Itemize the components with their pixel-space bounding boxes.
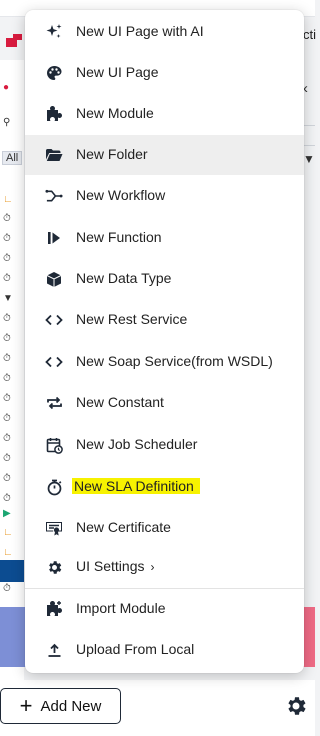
stopwatch-icon: ⏱	[3, 233, 11, 244]
dot-icon: ●	[3, 82, 10, 93]
menu-item-label: New Constant	[76, 394, 164, 410]
stopwatch-icon: ⏱	[3, 253, 11, 264]
menu-item-label: New Folder	[76, 146, 148, 162]
stopwatch-icon: ⏱	[3, 213, 11, 224]
stopwatch-icon: ⏱	[3, 453, 11, 464]
add-new-button[interactable]: + Add New	[0, 688, 121, 724]
menu-item-new-workflow[interactable]: New Workflow	[25, 176, 304, 216]
filter-all-tab[interactable]: All	[2, 151, 23, 165]
menu-item-label: New SLA Definition	[72, 478, 200, 494]
add-new-menu: New UI Page with AI New UI Page New Modu…	[25, 10, 304, 673]
cube-icon	[45, 271, 63, 287]
workflow-icon: ∟	[3, 547, 13, 558]
menu-item-new-folder[interactable]: New Folder	[25, 135, 304, 175]
stopwatch-icon: ⏱	[3, 433, 11, 444]
code-icon	[45, 312, 63, 328]
divider	[303, 145, 315, 146]
stopwatch-icon: ⏱	[3, 333, 11, 344]
stopwatch-icon: ⏱	[3, 413, 11, 424]
stopwatch-icon: ⏱	[3, 353, 11, 364]
menu-item-new-function[interactable]: New Function	[25, 218, 304, 258]
menu-item-label: New Rest Service	[76, 311, 188, 327]
menu-item-new-certificate[interactable]: New Certificate	[25, 508, 304, 548]
menu-item-new-data-type[interactable]: New Data Type	[25, 259, 304, 299]
menu-item-new-ui-page-with-ai[interactable]: New UI Page with AI	[25, 12, 304, 52]
stopwatch-icon: ⏱	[3, 313, 11, 324]
chevron-right-icon: ›	[150, 560, 155, 574]
stopwatch-icon: ⏱	[3, 393, 11, 404]
menu-item-label: New Function	[76, 229, 162, 245]
menu-item-label: New UI Page	[76, 64, 159, 80]
banner-fragment	[0, 607, 26, 667]
workflow-icon: ∟	[3, 527, 13, 538]
gear-icon	[45, 559, 63, 575]
menu-item-label: Import Module	[76, 600, 166, 616]
selected-tree-row[interactable]	[0, 560, 24, 582]
header-text-fragment: cti	[303, 27, 316, 42]
workflow-icon: ∟	[3, 194, 13, 205]
menu-item-new-soap-service[interactable]: New Soap Service(from WSDL)	[25, 342, 304, 382]
menu-item-label: New Certificate	[76, 519, 171, 535]
menu-item-new-job-scheduler[interactable]: New Job Scheduler	[25, 425, 304, 465]
sparkle-icon	[45, 24, 63, 40]
menu-item-label: New Soap Service(from WSDL)	[76, 353, 273, 369]
folder-icon: ▼	[3, 293, 13, 304]
gear-icon[interactable]	[284, 694, 308, 718]
menu-item-new-constant[interactable]: New Constant	[25, 383, 304, 423]
stopwatch-icon: ⏱	[3, 273, 11, 284]
menu-item-label: New Module	[76, 105, 154, 121]
palette-icon	[45, 65, 63, 81]
add-new-label: Add New	[40, 697, 102, 715]
menu-item-label: New Workflow	[76, 187, 166, 203]
divider	[303, 125, 315, 126]
menu-item-label: Upload From Local	[76, 641, 195, 657]
workflow-icon	[45, 188, 63, 204]
code-icon	[45, 354, 63, 370]
menu-item-label: New Data Type	[76, 270, 172, 286]
menu-item-ui-settings[interactable]: UI Settings ›	[25, 547, 304, 587]
certificate-icon	[45, 520, 63, 536]
repeat-icon	[45, 395, 63, 411]
puzzle-plus-icon	[45, 601, 63, 617]
upload-icon	[45, 642, 63, 658]
menu-item-new-module[interactable]: New Module	[25, 94, 304, 134]
menu-item-import-module[interactable]: Import Module	[25, 589, 304, 629]
stopwatch-icon: ⏱	[3, 583, 11, 594]
menu-item-new-rest-service[interactable]: New Rest Service	[25, 300, 304, 340]
function-icon: ▶	[3, 508, 11, 519]
menu-item-new-sla-definition[interactable]: New SLA Definition	[25, 467, 304, 507]
menu-item-label: UI Settings	[76, 558, 145, 574]
menu-item-label-wrap: UI Settings ›	[76, 558, 154, 574]
folder-open-icon	[45, 147, 63, 163]
puzzle-icon	[45, 106, 63, 122]
filter-icon[interactable]: ▼	[303, 152, 315, 166]
menu-item-new-ui-page[interactable]: New UI Page	[25, 53, 304, 93]
function-icon	[45, 230, 63, 246]
banner-fragment	[303, 607, 315, 667]
menu-item-upload-from-local[interactable]: Upload From Local	[25, 630, 304, 670]
menu-item-label: New UI Page with AI	[76, 23, 204, 39]
stopwatch-icon: ⏱	[3, 493, 11, 504]
stopwatch-icon: ⏱	[3, 373, 11, 384]
app-logo	[6, 34, 22, 48]
menu-item-label: New Job Scheduler	[76, 436, 198, 452]
plus-icon: +	[19, 693, 33, 718]
stopwatch-icon: ⏱	[3, 473, 11, 484]
search-icon[interactable]: ⚲	[3, 117, 23, 128]
calendar-clock-icon	[45, 437, 63, 454]
stopwatch-icon	[45, 479, 63, 495]
